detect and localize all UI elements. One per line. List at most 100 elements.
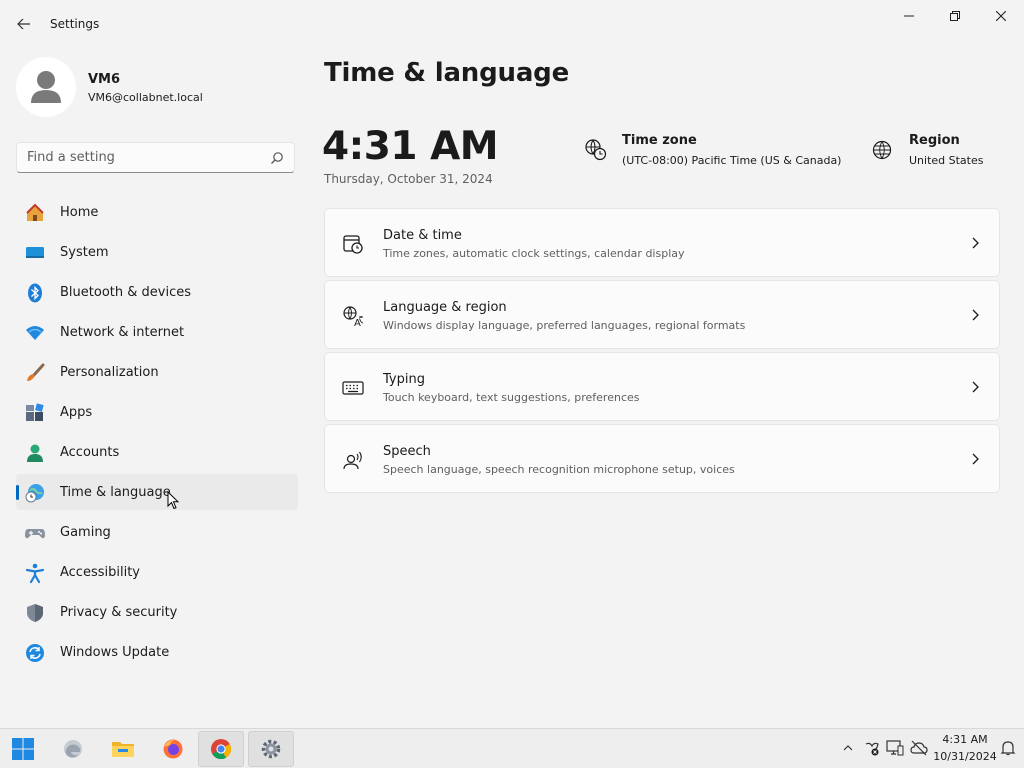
restore-button[interactable] <box>932 0 978 32</box>
card-subtitle: Speech language, speech recognition micr… <box>383 463 735 476</box>
network-monitor-icon <box>886 740 904 756</box>
time-zone-value: (UTC-08:00) Pacific Time (US & Canada) <box>622 154 842 167</box>
card-title: Language & region <box>383 300 507 315</box>
sidebar-item-label: Gaming <box>60 525 111 540</box>
tray-network[interactable] <box>886 739 904 757</box>
tray-date[interactable]: 10/31/2024 <box>930 750 1000 763</box>
sidebar-item-apps[interactable]: Apps <box>16 394 298 430</box>
card-title: Typing <box>383 372 425 387</box>
card-title: Date & time <box>383 228 462 243</box>
speech-icon <box>343 451 362 470</box>
search-input[interactable] <box>27 143 267 172</box>
edge-icon <box>64 740 82 758</box>
accessibility-icon <box>24 562 46 584</box>
sidebar-item-time-language[interactable]: Time & language <box>16 474 298 510</box>
clock-date: Thursday, October 31, 2024 <box>324 172 493 186</box>
taskbar-file-explorer[interactable] <box>100 731 146 767</box>
restore-icon <box>950 11 960 21</box>
sidebar-item-privacy[interactable]: Privacy & security <box>16 594 298 630</box>
card-speech[interactable]: Speech Speech language, speech recogniti… <box>324 424 1000 493</box>
brush-icon <box>24 362 46 384</box>
security-warning-icon <box>865 742 879 756</box>
chevron-right-icon <box>972 453 979 465</box>
gamepad-icon <box>24 522 46 544</box>
sidebar-item-accounts[interactable]: Accounts <box>16 434 298 470</box>
apps-icon <box>24 402 46 424</box>
region-title: Region <box>909 133 960 148</box>
card-subtitle: Time zones, automatic clock settings, ca… <box>383 247 685 260</box>
user-name: VM6 <box>88 72 121 87</box>
card-typing[interactable]: Typing Touch keyboard, text suggestions,… <box>324 352 1000 421</box>
keyboard-icon <box>342 381 364 395</box>
time-zone-icon <box>585 139 607 161</box>
page-title: Time & language <box>324 58 570 88</box>
sidebar-item-system[interactable]: System <box>16 234 298 270</box>
tray-cloud[interactable] <box>910 739 928 757</box>
back-arrow-icon <box>17 18 30 30</box>
system-icon <box>24 242 46 264</box>
update-icon <box>24 642 46 664</box>
card-subtitle: Windows display language, preferred lang… <box>383 319 746 332</box>
folder-icon <box>112 742 134 757</box>
accounts-icon <box>24 442 46 464</box>
settings-gear-icon <box>261 739 281 759</box>
time-zone-title: Time zone <box>622 133 697 148</box>
start-button[interactable] <box>0 731 46 767</box>
shield-icon <box>24 602 46 624</box>
user-silhouette-icon <box>31 71 61 103</box>
region-value: United States <box>909 154 984 167</box>
close-button[interactable] <box>978 0 1024 32</box>
tray-security[interactable] <box>863 739 881 757</box>
taskbar: 4:31 AM 10/31/2024 <box>0 728 1024 768</box>
sidebar-item-label: Home <box>60 205 99 220</box>
sidebar-item-label: Windows Update <box>60 645 170 660</box>
sidebar-item-label: Personalization <box>60 365 159 380</box>
minimize-icon <box>904 15 914 17</box>
back-button[interactable] <box>10 10 38 38</box>
taskbar-settings[interactable] <box>248 731 294 767</box>
user-email: VM6@collabnet.local <box>88 91 203 104</box>
sidebar-item-label: Accessibility <box>60 565 140 580</box>
settings-cards: Date & time Time zones, automatic clock … <box>324 208 1000 496</box>
sidebar-item-personalization[interactable]: Personalization <box>16 354 298 390</box>
card-language-region[interactable]: A Language & region Windows display lang… <box>324 280 1000 349</box>
chevron-right-icon <box>972 381 979 393</box>
avatar[interactable] <box>16 57 76 117</box>
taskbar-edge[interactable] <box>50 731 96 767</box>
sidebar-item-label: Privacy & security <box>60 605 178 620</box>
title-bar: Settings <box>0 0 1024 48</box>
home-icon <box>24 202 46 224</box>
sidebar-item-network[interactable]: Network & internet <box>16 314 298 350</box>
sidebar-item-label: Apps <box>60 405 93 420</box>
cloud-offline-icon <box>910 740 928 756</box>
taskbar-firefox[interactable] <box>150 731 196 767</box>
sidebar-item-bluetooth[interactable]: Bluetooth & devices <box>16 274 298 310</box>
time-language-icon <box>24 482 46 504</box>
bell-icon <box>1000 741 1016 756</box>
sidebar-nav: Home System Bluetooth & devices Network … <box>16 194 298 674</box>
tray-time[interactable]: 4:31 AM <box>930 733 1000 746</box>
minimize-button[interactable] <box>886 0 932 32</box>
app-title: Settings <box>50 17 100 31</box>
card-title: Speech <box>383 444 431 459</box>
sidebar-item-label: System <box>60 245 109 260</box>
network-icon <box>24 322 46 344</box>
sidebar-item-label: Bluetooth & devices <box>60 285 191 300</box>
tray-overflow-button[interactable] <box>839 739 857 757</box>
clock-time: 4:31 AM <box>322 124 499 169</box>
tray-notifications[interactable] <box>999 739 1017 757</box>
card-subtitle: Touch keyboard, text suggestions, prefer… <box>383 391 640 404</box>
search-box[interactable] <box>16 142 295 173</box>
sidebar-item-windows-update[interactable]: Windows Update <box>16 634 298 670</box>
windows-logo-icon <box>12 738 34 760</box>
taskbar-chrome[interactable] <box>198 731 244 767</box>
language-icon: A <box>343 306 364 327</box>
sidebar-item-label: Accounts <box>60 445 120 460</box>
firefox-icon <box>163 739 183 759</box>
sidebar-item-label: Time & language <box>60 485 171 500</box>
sidebar-item-home[interactable]: Home <box>16 194 298 230</box>
search-icon[interactable] <box>270 151 284 165</box>
sidebar-item-accessibility[interactable]: Accessibility <box>16 554 298 590</box>
card-date-time[interactable]: Date & time Time zones, automatic clock … <box>324 208 1000 277</box>
sidebar-item-gaming[interactable]: Gaming <box>16 514 298 550</box>
